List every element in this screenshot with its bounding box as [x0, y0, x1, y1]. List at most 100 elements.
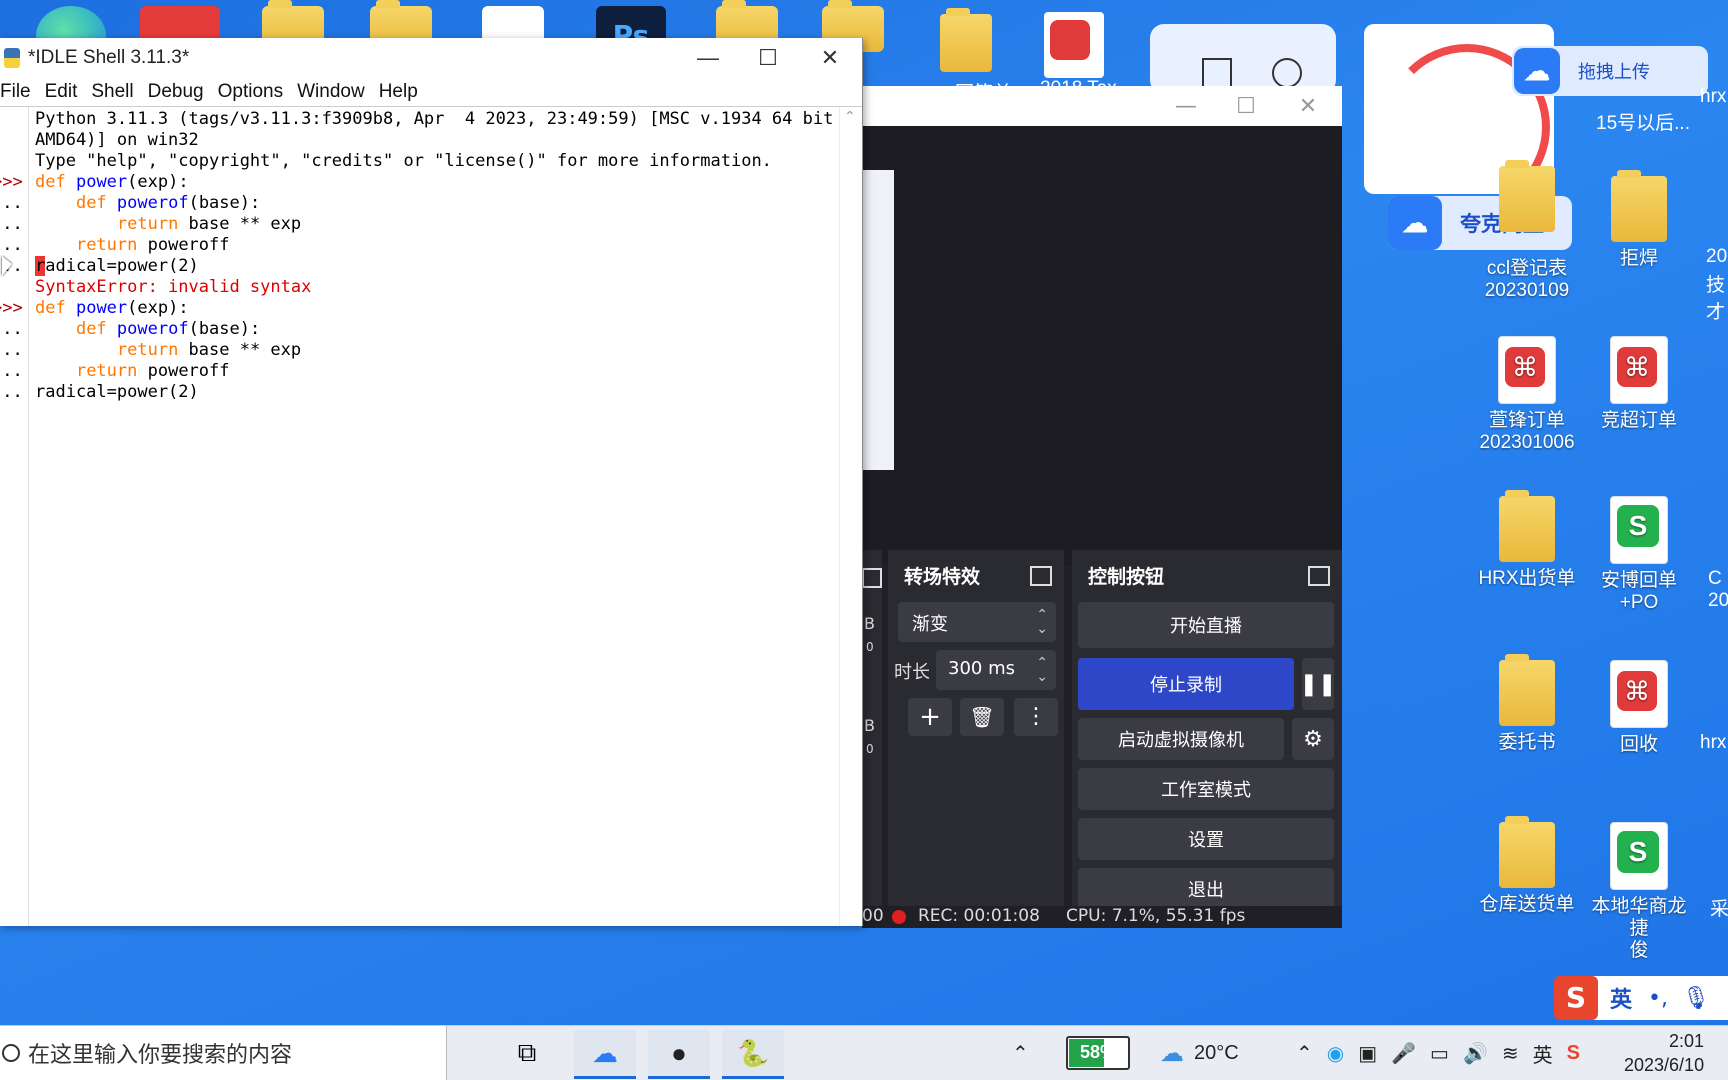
code-line: def power(exp): — [35, 172, 832, 193]
chevron-up-icon[interactable]: ⌃ — [1296, 1041, 1313, 1066]
menu-shell[interactable]: Shell — [84, 78, 140, 106]
more-options-button[interactable]: ⋮ — [1014, 698, 1058, 736]
desktop-icon[interactable]: 拒焊 — [1584, 170, 1694, 270]
battery-icon[interactable]: ▭ — [1430, 1041, 1449, 1066]
vertical-scrollbar[interactable]: ⌃ — [839, 107, 862, 926]
duration-spinbox[interactable]: 300 ms ⌃ ⌄ — [936, 650, 1056, 690]
drag-upload-button[interactable]: ☁ 拖拽上传 — [1512, 46, 1708, 96]
crop-icon[interactable] — [1202, 58, 1232, 88]
folder-icon — [1611, 170, 1667, 242]
panel-dock-icon[interactable] — [862, 568, 882, 588]
task-view-icon[interactable]: ⧉ — [496, 1030, 558, 1076]
dock-icon[interactable] — [1030, 566, 1052, 586]
code-text: (base): — [188, 319, 261, 339]
exit-button[interactable]: 退出 — [1078, 868, 1334, 910]
idle-titlebar: *IDLE Shell 3.11.3* — ☐ ✕ — [0, 38, 862, 78]
shell-editor[interactable]: >>> ... ... ... ... >>> ... ... ... ... … — [0, 106, 862, 926]
ime-language[interactable]: 英 — [1610, 982, 1632, 1014]
mouse-cursor-icon — [2, 256, 12, 276]
menu-help[interactable]: Help — [372, 78, 425, 106]
function-name: powerof — [116, 319, 189, 339]
desktop-icon-label: 安博回单 +PO — [1600, 570, 1677, 613]
desktop-label: C 20 — [1708, 568, 1728, 611]
desktop-icon[interactable]: HRX出货单 — [1472, 490, 1582, 590]
idle-app-icon[interactable]: 🐍 — [722, 1030, 784, 1079]
wifi-icon[interactable]: ≋ — [1502, 1041, 1519, 1066]
pause-recording-button[interactable]: ❚❚ — [1300, 658, 1336, 710]
keyword: def — [35, 172, 66, 192]
sogou-tray-icon[interactable]: S — [1567, 1042, 1580, 1065]
microphone-icon[interactable]: 🎤 — [1391, 1041, 1416, 1066]
transition-select[interactable]: 渐变 ⌃ ⌄ — [898, 602, 1056, 642]
menu-edit[interactable]: Edit — [38, 78, 85, 106]
screen-icon[interactable]: ▣ — [1358, 1041, 1377, 1066]
minimize-button[interactable]: — — [676, 38, 740, 78]
function-name: power — [75, 172, 128, 192]
obs-app-icon[interactable]: ● — [648, 1030, 710, 1079]
desktop-icon-label: 竞超订单 — [1600, 410, 1677, 431]
idle-shell-window: *IDLE Shell 3.11.3* — ☐ ✕ File Edit Shel… — [0, 38, 863, 926]
tray-overflow-icon[interactable]: ⌃ — [1012, 1026, 1029, 1080]
code-text: (base): — [188, 193, 261, 213]
settings-button[interactable]: 设置 — [1078, 818, 1334, 860]
studio-mode-button[interactable]: 工作室模式 — [1078, 768, 1334, 810]
desktop-label: 15号以后... — [1596, 113, 1690, 134]
scissors-icon[interactable] — [1272, 58, 1302, 88]
prompt-gutter: >>> ... ... ... ... >>> ... ... ... ... — [0, 107, 29, 926]
desktop-icon[interactable]: 竞超订单 — [1584, 336, 1694, 432]
dock-icon[interactable] — [1308, 566, 1330, 586]
ime-floating-bar[interactable]: S 英 •, 🎙 — [1554, 976, 1728, 1020]
desktop-pdf-icon[interactable] — [1044, 12, 1104, 78]
keyword: return — [75, 235, 138, 255]
desktop-folder-icon[interactable] — [940, 8, 992, 72]
virtual-camera-settings-button[interactable]: ⚙ — [1292, 718, 1334, 760]
ime-indicator[interactable]: 英 — [1533, 1039, 1553, 1068]
close-button[interactable]: ✕ — [1276, 86, 1340, 126]
virtual-camera-button[interactable]: 启动虚拟摄像机 — [1078, 718, 1284, 760]
desktop-icon[interactable]: 萱锋订单 202301006 — [1472, 336, 1582, 454]
desktop-icon[interactable]: 回收 — [1584, 660, 1694, 756]
menu-debug[interactable]: Debug — [141, 78, 211, 106]
code-text: (exp): — [127, 172, 189, 192]
menu-options[interactable]: Options — [211, 78, 290, 106]
spin-arrows-icon[interactable]: ⌃ ⌄ — [1036, 656, 1048, 684]
keyword: def — [35, 298, 66, 318]
menu-file[interactable]: File — [0, 78, 38, 106]
scroll-up-icon[interactable]: ⌃ — [844, 109, 856, 125]
desktop-icon[interactable]: 仓库送货单 — [1472, 816, 1582, 916]
stop-recording-button[interactable]: 停止录制 — [1078, 658, 1294, 710]
sogou-logo-icon: S — [1554, 976, 1598, 1020]
menu-window[interactable]: Window — [290, 78, 372, 106]
desktop-icon[interactable]: 本地华商龙捷 俊 — [1584, 822, 1694, 962]
delete-transition-button[interactable]: 🗑 — [960, 698, 1004, 736]
search-icon — [2, 1044, 20, 1062]
add-transition-button[interactable]: + — [908, 698, 952, 736]
volume-icon[interactable]: 🔊 — [1463, 1041, 1488, 1066]
microphone-icon[interactable]: 🎙 — [1682, 986, 1710, 1011]
desktop-icon[interactable]: 安博回单 +PO — [1584, 496, 1694, 614]
battery-indicator[interactable]: 58% — [1066, 1036, 1130, 1070]
taskbar-search[interactable]: 在这里输入你要搜索的内容 — [0, 1026, 447, 1080]
clock[interactable]: 2:01 2023/6/10 — [1624, 1026, 1704, 1080]
pdf-icon — [1610, 660, 1668, 728]
controls-title: 控制按钮 — [1088, 566, 1165, 588]
weather-widget[interactable]: ☁ 20°C — [1160, 1026, 1239, 1080]
maximize-button[interactable]: ☐ — [736, 38, 800, 78]
maximize-button[interactable]: ☐ — [1214, 86, 1278, 126]
shell-output[interactable]: Python 3.11.3 (tags/v3.11.3:f3909b8, Apr… — [35, 107, 854, 403]
close-button[interactable]: ✕ — [798, 38, 862, 78]
code-text: adical=power(2) — [45, 256, 199, 276]
code-text: poweroff — [137, 361, 230, 381]
minimize-button[interactable]: — — [1154, 86, 1218, 126]
start-stream-button[interactable]: 开始直播 — [1078, 602, 1334, 648]
desktop-icon[interactable]: 委托书 — [1472, 654, 1582, 754]
status-partial: 00 — [862, 906, 884, 926]
rec-time: REC: 00:01:08 — [918, 906, 1040, 926]
qq-icon[interactable]: ◉ — [1327, 1041, 1344, 1066]
punctuation-icon[interactable]: •, — [1648, 986, 1668, 1011]
onedrive-app-icon[interactable]: ☁ — [574, 1030, 636, 1079]
cloud-logo-icon: ☁ — [1514, 48, 1560, 94]
xls-icon — [1610, 822, 1668, 890]
desktop-icon[interactable]: ccl登记表 20230109 — [1472, 160, 1582, 302]
weather-icon: ☁ — [1160, 1039, 1184, 1067]
